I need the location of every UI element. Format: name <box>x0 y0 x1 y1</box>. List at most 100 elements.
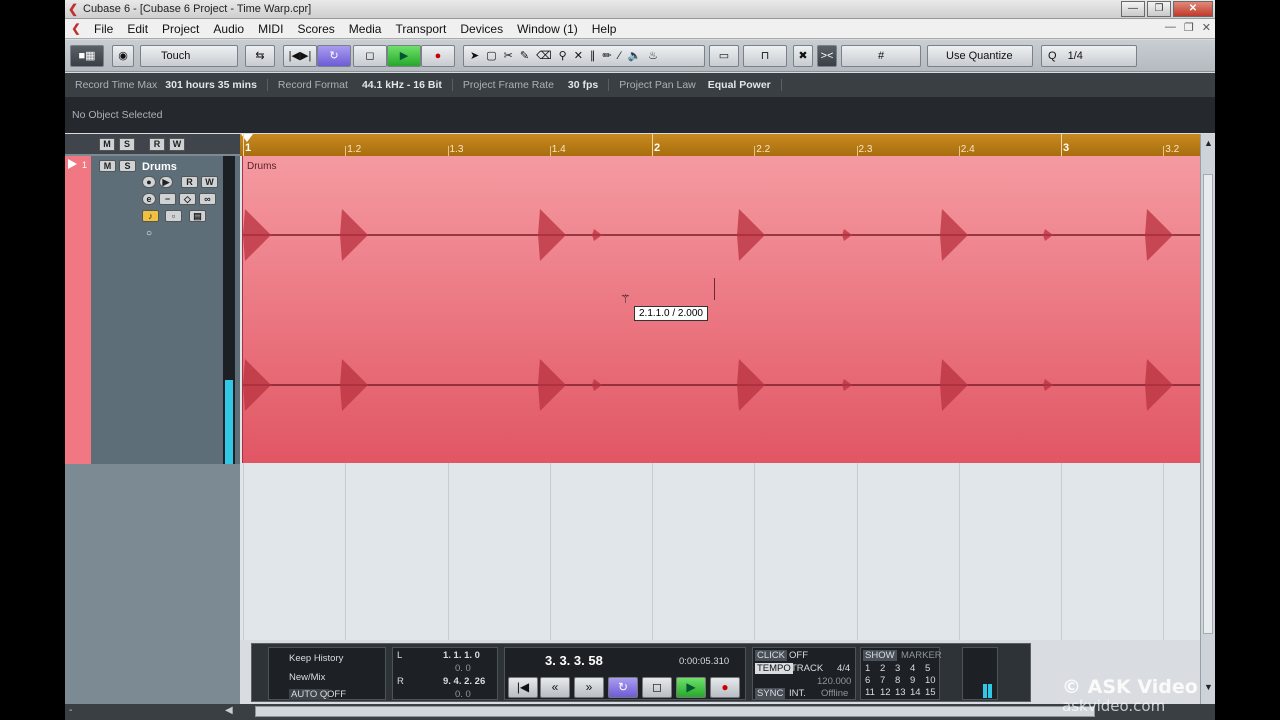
secondary-time-display[interactable]: 0:00:05.310 <box>679 656 729 667</box>
restore-button[interactable]: ❐ <box>1147 1 1171 17</box>
marker-button-5[interactable]: 5 <box>925 663 930 674</box>
track-row-drums[interactable]: 1 M S Drums ● ▶ R W e − ◇ ∞ ♪ ▫ ▤ ○ <box>65 156 240 464</box>
automation-mode-select[interactable]: Touch <box>140 45 238 67</box>
play-button[interactable]: ▶ <box>387 45 421 67</box>
track-mute-button[interactable]: M <box>99 160 116 172</box>
timeline-ruler[interactable]: 1 1.2 1.3 1.4 2 2.2 2.3 2.4 3 3.2 <box>240 134 1200 156</box>
transport-stop-button[interactable]: ◻ <box>642 677 672 698</box>
track-name[interactable]: Drums <box>142 161 177 173</box>
menu-edit[interactable]: Edit <box>120 22 155 36</box>
info-value-record-format[interactable]: 44.1 kHz - 16 Bit <box>348 79 453 91</box>
marker-button-12[interactable]: 12 <box>880 687 891 698</box>
horizontal-scroll-thumb[interactable] <box>255 706 1095 717</box>
tempo-value[interactable]: 120.000 <box>817 676 851 687</box>
quantize-value-select[interactable]: Q 1/4 <box>1041 45 1137 67</box>
snap-icon[interactable]: ✖ <box>793 45 813 67</box>
menu-audio[interactable]: Audio <box>206 22 251 36</box>
transport-go-to-start-icon[interactable]: |◀ <box>508 677 538 698</box>
event-display[interactable]: Drums ⚚ 2.1.1.0 / 2.000 <box>240 156 1201 640</box>
track-write-button[interactable]: W <box>201 176 218 188</box>
menu-file[interactable]: File <box>87 22 120 36</box>
global-read-button[interactable]: R <box>149 138 165 151</box>
global-mute-button[interactable]: M <box>99 138 115 151</box>
object-select-tool-icon[interactable]: ➤ <box>470 50 486 62</box>
tempo-button[interactable]: TEMPO <box>755 663 793 674</box>
folder-icon[interactable]: ▫ <box>165 210 182 222</box>
info-value-frame-rate[interactable]: 30 fps <box>554 79 610 91</box>
marker-button-11[interactable]: 11 <box>865 687 875 698</box>
menu-scores[interactable]: Scores <box>290 22 341 36</box>
click-button[interactable]: CLICK <box>755 650 787 661</box>
vertical-scrollbar[interactable]: ▲ ▼ <box>1200 134 1215 704</box>
time-warp-tool-icon[interactable]: ∥ <box>590 50 603 62</box>
doc-restore-icon[interactable]: ❐ <box>1184 21 1194 34</box>
close-button[interactable]: ✕ <box>1173 1 1213 17</box>
sync-button[interactable]: SYNC <box>755 688 786 699</box>
zoom-out-icon[interactable]: - <box>69 705 72 716</box>
show-markers-button[interactable]: SHOW <box>863 650 897 661</box>
draw-tool-icon[interactable]: ✏ <box>602 50 618 62</box>
cycle-button[interactable]: ↻ <box>317 45 351 67</box>
grid-type-icon[interactable]: # <box>841 45 921 67</box>
monitor-icon[interactable]: ▶ <box>159 176 173 188</box>
go-to-start-icon[interactable]: |◀▶| <box>283 45 317 67</box>
snap-zero-crossing-icon[interactable]: ⊓ <box>743 45 787 67</box>
scroll-left-icon[interactable]: ◀ <box>225 705 233 716</box>
transport-record-button[interactable]: ● <box>710 677 740 698</box>
zoom-tool-icon[interactable]: ⚲ <box>559 50 574 62</box>
horizontal-scrollbar[interactable]: - ◀ <box>65 704 1215 720</box>
snap-to-zero-icon[interactable]: >< <box>817 45 837 67</box>
transport-play-button[interactable]: ▶ <box>676 677 706 698</box>
glue-tool-icon[interactable]: ✎ <box>520 50 536 62</box>
left-locator-icon-l[interactable]: L <box>397 650 402 661</box>
scroll-down-icon[interactable]: ▼ <box>1204 682 1213 692</box>
edit-channel-icon[interactable]: e <box>142 193 156 205</box>
marker-button-7[interactable]: 7 <box>880 675 885 686</box>
info-value-record-time[interactable]: 301 hours 35 mins <box>157 79 268 91</box>
track-expand-icon[interactable]: ○ <box>146 228 152 239</box>
lock-icon[interactable]: ∞ <box>199 193 216 205</box>
transport-forward-icon[interactable]: » <box>574 677 604 698</box>
insert-icon[interactable]: ▤ <box>189 210 206 222</box>
tool-palette[interactable]: ➤▢✂✎⌫⚲✕∥✏∕🔈♨ <box>463 45 705 67</box>
marker-button-9[interactable]: 9 <box>910 675 915 686</box>
track-solo-button[interactable]: S <box>119 160 136 172</box>
left-locator-value[interactable]: 1. 1. 1. 0 <box>443 650 480 661</box>
menu-midi[interactable]: MIDI <box>251 22 290 36</box>
doc-close-icon[interactable]: ✕ <box>1202 21 1211 34</box>
marker-button-1[interactable]: 1 <box>865 663 870 674</box>
cubase-menu-logo-icon[interactable]: ❮ <box>65 22 87 35</box>
marker-button-13[interactable]: 13 <box>895 687 906 698</box>
menu-help[interactable]: Help <box>585 22 624 36</box>
play-tool-icon[interactable]: 🔈 <box>627 50 648 62</box>
global-write-button[interactable]: W <box>169 138 185 151</box>
menu-devices[interactable]: Devices <box>453 22 510 36</box>
stop-button[interactable]: ◻ <box>353 45 387 67</box>
lane-display-icon[interactable]: − <box>159 193 176 205</box>
marker-button-15[interactable]: 15 <box>925 687 936 698</box>
autoscroll-icon[interactable]: ⇆ <box>245 45 275 67</box>
minimize-button[interactable]: — <box>1121 1 1145 17</box>
mute-tool-icon[interactable]: ✕ <box>574 50 590 62</box>
new-mix-label[interactable]: New/Mix <box>289 672 325 683</box>
marker-button-6[interactable]: 6 <box>865 675 870 686</box>
scroll-up-icon[interactable]: ▲ <box>1204 138 1213 148</box>
track-read-button[interactable]: R <box>181 176 198 188</box>
range-tool-icon[interactable]: ▢ <box>486 50 503 62</box>
auto-quantize-button[interactable]: AUTO Q <box>289 689 330 700</box>
info-value-pan-law[interactable]: Equal Power <box>696 79 782 91</box>
constrain-delay-icon[interactable]: ◉ <box>112 45 134 67</box>
record-button[interactable]: ● <box>421 45 455 67</box>
vertical-scroll-thumb[interactable] <box>1203 174 1213 634</box>
primary-position-display[interactable]: 3. 3. 3. 58 <box>545 653 603 668</box>
split-tool-icon[interactable]: ✂ <box>504 50 520 62</box>
quantize-mode-select[interactable]: Use Quantize <box>927 45 1033 67</box>
marker-button-8[interactable]: 8 <box>895 675 900 686</box>
transport-cycle-button[interactable]: ↻ <box>608 677 638 698</box>
menu-window[interactable]: Window (1) <box>510 22 585 36</box>
timebase-icon[interactable]: ◇ <box>179 193 196 205</box>
menu-project[interactable]: Project <box>155 22 206 36</box>
marker-button-3[interactable]: 3 <box>895 663 900 674</box>
right-locator-icon-r[interactable]: R <box>397 676 404 687</box>
marker-button-14[interactable]: 14 <box>910 687 921 698</box>
